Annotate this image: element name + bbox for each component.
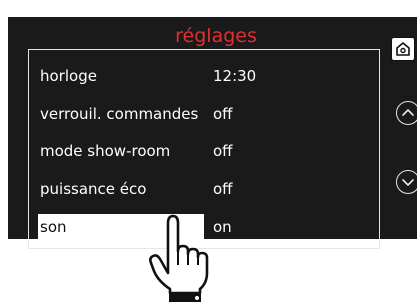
- chevron-up-icon: [402, 109, 414, 116]
- home-button[interactable]: [391, 37, 415, 61]
- home-icon: [396, 42, 410, 56]
- menu-item-horloge[interactable]: horloge 12:30: [29, 63, 378, 90]
- menu-item-label: horloge: [40, 67, 97, 85]
- menu-item-label: puissance éco: [40, 180, 147, 198]
- display-screen: réglages horloge 12:30 verrouil. command…: [8, 17, 417, 249]
- pointing-hand-icon: [149, 214, 209, 302]
- menu-item-value: 12:30: [213, 67, 257, 85]
- scroll-down-button[interactable]: [396, 170, 417, 194]
- menu-item-mode-show-room[interactable]: mode show-room off: [29, 138, 378, 165]
- menu-item-puissance-eco[interactable]: puissance éco off: [29, 176, 378, 203]
- menu-item-verrouil-commandes[interactable]: verrouil. commandes off: [29, 101, 378, 128]
- menu-item-value: off: [213, 180, 233, 198]
- menu-item-value: off: [213, 105, 233, 123]
- menu-item-label: verrouil. commandes: [40, 105, 199, 123]
- chevron-down-icon: [402, 179, 414, 186]
- menu-item-label: mode show-room: [40, 142, 171, 160]
- scroll-up-button[interactable]: [396, 101, 417, 125]
- menu-item-value: off: [213, 142, 233, 160]
- menu-item-value: on: [213, 218, 232, 236]
- screen-title: réglages: [175, 25, 257, 47]
